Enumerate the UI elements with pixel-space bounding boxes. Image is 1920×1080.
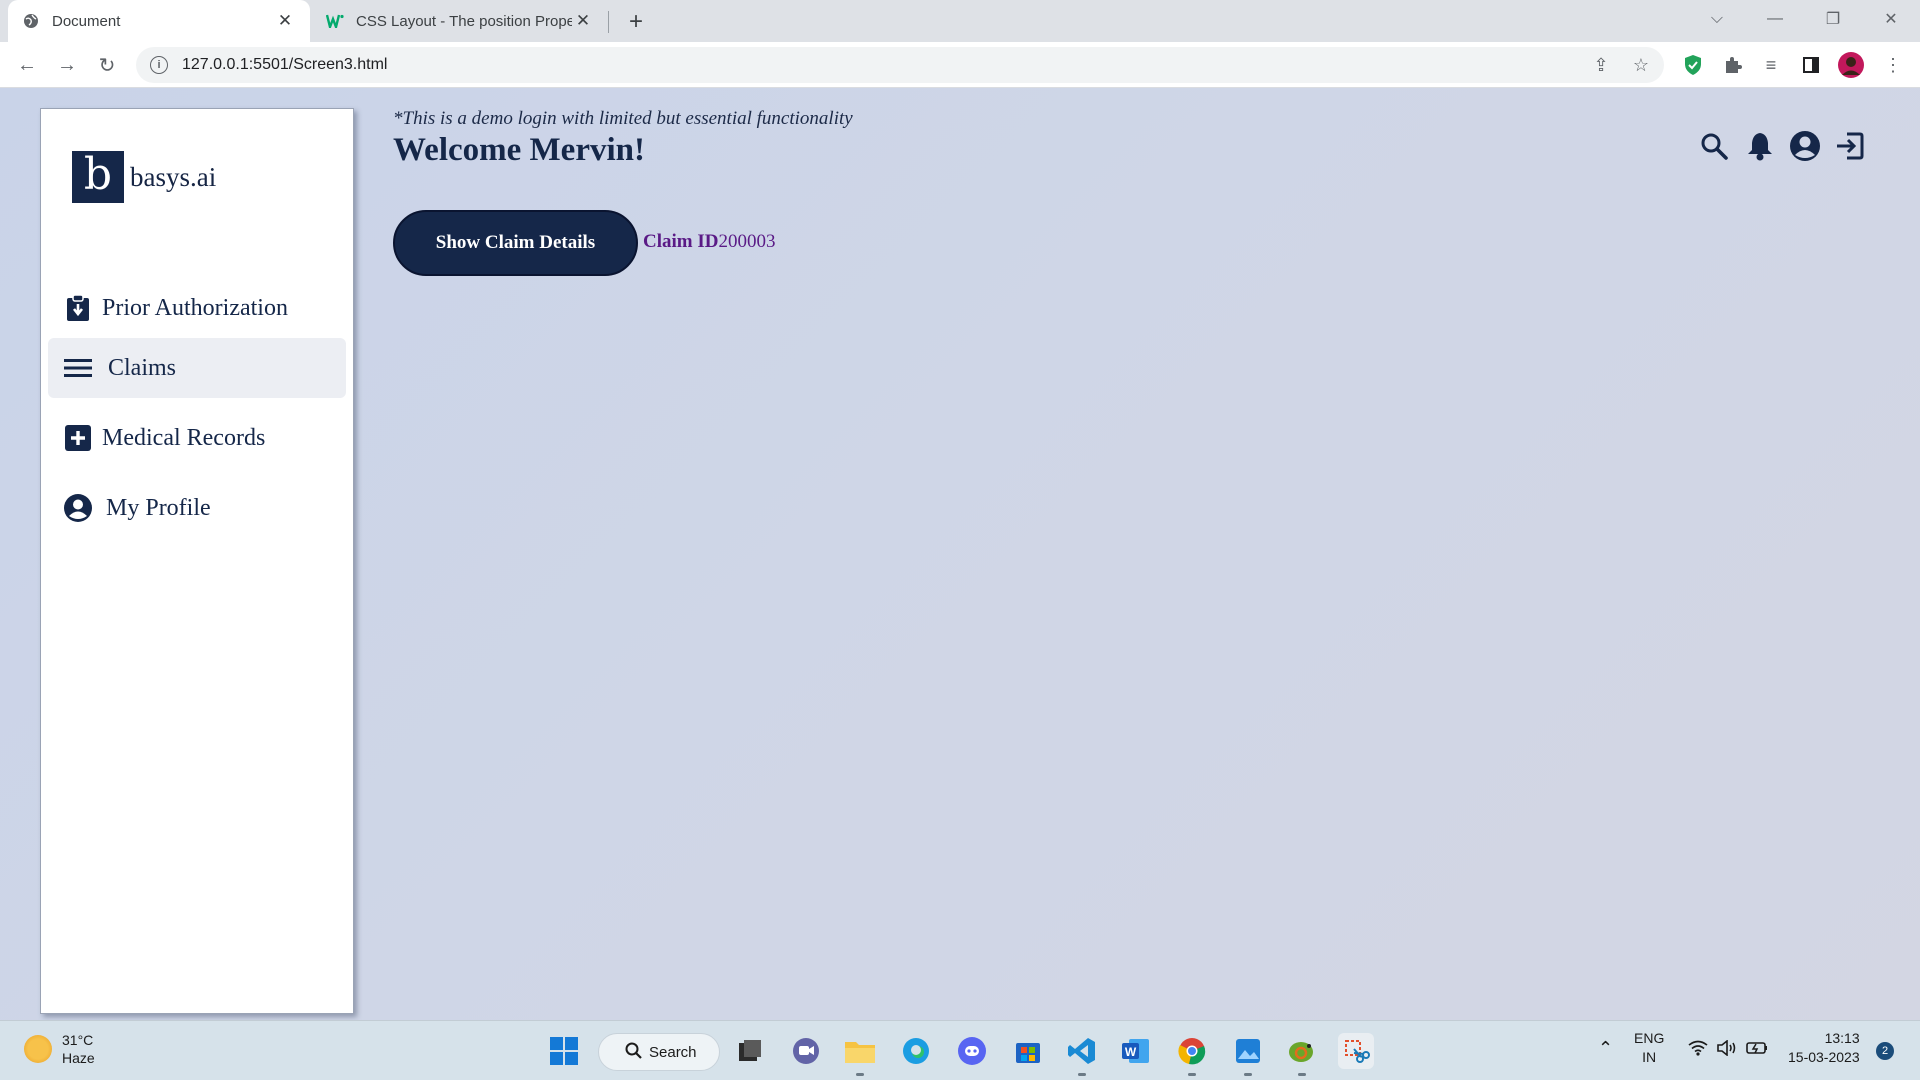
taskbar-search[interactable]: Search (598, 1033, 720, 1071)
sidebar: b basys.ai Prior Authorization Claims Me… (40, 108, 354, 1014)
sidebar-item-medical-records[interactable]: Medical Records (48, 408, 346, 468)
close-tab-icon[interactable]: ✕ (274, 10, 296, 32)
side-panel-icon[interactable] (1798, 52, 1824, 78)
clock-time: 13:13 (1824, 1030, 1860, 1046)
tab-title: Document (52, 12, 121, 30)
tab-divider (608, 11, 609, 33)
sidebar-item-label: Prior Authorization (102, 294, 288, 321)
tab-title: CSS Layout - The position Proper (356, 12, 572, 30)
wifi-icon[interactable] (1688, 1040, 1708, 1061)
sidebar-item-label: My Profile (106, 494, 211, 521)
language-indicator[interactable]: ENG IN (1634, 1029, 1664, 1067)
user-circle-icon (64, 494, 92, 522)
browser-menu-icon[interactable]: ⋮ (1880, 52, 1906, 78)
bell-icon[interactable] (1744, 130, 1776, 162)
logo-text: basys.ai (130, 161, 217, 192)
reload-button[interactable]: ↻ (92, 50, 122, 80)
address-bar[interactable]: i 127.0.0.1:5501/Screen3.html (136, 47, 1664, 83)
logo[interactable]: b basys.ai (72, 151, 216, 203)
weather-sun-icon (24, 1035, 52, 1063)
volume-icon[interactable] (1716, 1039, 1738, 1061)
tab-document[interactable]: Document ✕ (8, 0, 310, 42)
tab-css-layout[interactable]: CSS Layout - The position Proper ✕ (312, 0, 608, 42)
minimize-button[interactable]: — (1752, 0, 1798, 38)
close-window-button[interactable]: ✕ (1868, 0, 1914, 38)
weather-temp: 31°C (62, 1032, 94, 1048)
new-tab-button[interactable]: + (622, 8, 650, 36)
w3schools-icon (326, 12, 344, 30)
restore-button[interactable]: ❐ (1810, 0, 1856, 38)
plus-square-icon (64, 424, 92, 452)
teams-chat-icon[interactable] (788, 1033, 824, 1069)
tray-overflow-chevron-icon[interactable]: ⌃ (1598, 1039, 1613, 1058)
claim-id-label: Claim ID (643, 231, 719, 252)
browser-toolbar: ← → ↻ i 127.0.0.1:5501/Screen3.html ⇪ ☆ … (0, 42, 1920, 88)
profile-avatar[interactable] (1838, 52, 1864, 78)
clock[interactable]: 13:13 15-03-2023 (1788, 1029, 1860, 1067)
language-bottom: IN (1642, 1049, 1657, 1065)
back-button[interactable]: ← (12, 50, 42, 80)
shield-extension-icon[interactable] (1680, 52, 1706, 78)
taskbar: 31°C Haze Search W ⌃ ENG IN 13:13 15-03-… (0, 1020, 1920, 1080)
close-tab-icon[interactable]: ✕ (572, 10, 594, 32)
notification-badge[interactable]: 2 (1876, 1042, 1894, 1060)
claim-id-value: 200003 (718, 231, 776, 252)
sidebar-item-claims[interactable]: Claims (48, 338, 346, 398)
discord-icon[interactable] (954, 1033, 990, 1069)
account-circle-icon[interactable] (1789, 130, 1821, 162)
extensions-puzzle-icon[interactable] (1720, 52, 1746, 78)
weather-widget[interactable]: 31°C Haze (24, 1031, 95, 1067)
search-icon (625, 1042, 643, 1064)
sidebar-item-my-profile[interactable]: My Profile (48, 478, 346, 538)
search-label: Search (649, 1043, 697, 1061)
snipping-tool-icon[interactable] (1338, 1033, 1374, 1069)
battery-icon[interactable] (1746, 1041, 1768, 1060)
microsoft-store-icon[interactable] (1010, 1033, 1046, 1069)
page-title: Welcome Mervin! (393, 132, 645, 168)
clock-date: 15-03-2023 (1788, 1049, 1860, 1065)
sidebar-item-label: Medical Records (102, 424, 266, 451)
vscode-icon[interactable] (1064, 1033, 1100, 1076)
logout-icon[interactable] (1834, 130, 1866, 162)
globe-icon (22, 12, 40, 30)
share-icon[interactable]: ⇪ (1588, 52, 1614, 78)
sidebar-item-prior-authorization[interactable]: Prior Authorization (48, 278, 346, 338)
site-info-icon[interactable]: i (150, 56, 168, 74)
file-explorer-icon[interactable] (842, 1033, 878, 1076)
logo-mark: b (72, 151, 124, 203)
page-content: b basys.ai Prior Authorization Claims Me… (0, 88, 1920, 1020)
photos-icon[interactable] (1230, 1033, 1266, 1076)
media-queue-icon[interactable]: ≡ (1758, 52, 1784, 78)
language-top: ENG (1634, 1030, 1665, 1046)
word-icon[interactable]: W (1118, 1033, 1154, 1069)
hamburger-menu-icon (64, 354, 92, 382)
edge-icon[interactable] (898, 1033, 934, 1069)
tab-search-chevron-icon[interactable]: ⌵ (1694, 0, 1740, 38)
task-view-icon[interactable] (732, 1033, 768, 1069)
chrome-icon[interactable] (1174, 1033, 1210, 1076)
sidebar-item-label: Claims (108, 354, 177, 381)
bookmark-star-icon[interactable]: ☆ (1628, 52, 1654, 78)
svg-text:W: W (1125, 1045, 1137, 1059)
forward-button[interactable]: → (52, 50, 82, 80)
show-claim-details-button[interactable]: Show Claim Details (393, 210, 638, 276)
chameleon-app-icon[interactable] (1284, 1033, 1320, 1076)
url-text: 127.0.0.1:5501/Screen3.html (182, 56, 388, 73)
search-icon[interactable] (1698, 130, 1730, 162)
weather-desc: Haze (62, 1050, 95, 1066)
claim-id: Claim ID200003 (643, 231, 775, 253)
browser-tab-bar: Document ✕ CSS Layout - The position Pro… (0, 0, 1920, 42)
clipboard-download-icon (64, 294, 92, 322)
start-button[interactable] (546, 1033, 582, 1069)
demo-note: *This is a demo login with limited but e… (393, 108, 853, 129)
